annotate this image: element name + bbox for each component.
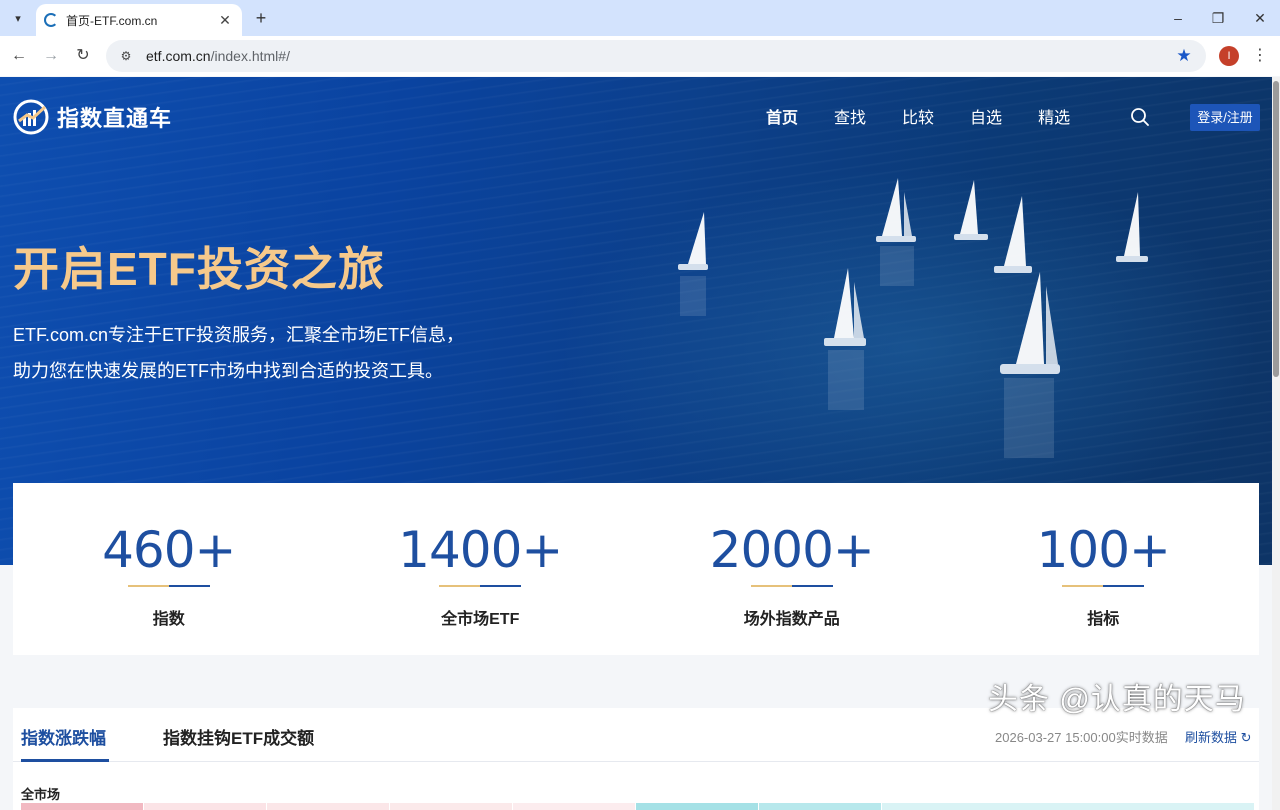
market-segment[interactable] [21,803,143,810]
url-text: etf.com.cn/index.html#/ [146,48,290,64]
close-icon[interactable]: ✕ [216,12,234,29]
market-label: 全市场 [21,787,61,802]
tab-etf-turnover[interactable]: 指数挂钩ETF成交额 [163,724,314,749]
stats-card: 460+ 指数 1400+ 全市场ETF 2000+ 场外指数产品 100+ 指… [13,483,1259,655]
main-nav: 首页 查找 比较 自选 精选 [766,107,1106,131]
hero-description: ETF.com.cn专注于ETF投资服务，汇聚全市场ETF信息， 助力您在快速发… [13,317,483,389]
plus-icon[interactable]: + [250,7,272,29]
stat-indicators: 100+ 指标 [948,483,1260,655]
star-icon[interactable]: ★ [1174,45,1194,67]
page-viewport: 指数直通车 首页 查找 比较 自选 精选 登录/注册 开启ETF投资之旅 ETF… [0,77,1280,810]
nav-item-featured[interactable]: 精选 [1038,107,1070,131]
url-host: etf.com.cn [146,48,211,64]
more-vert-icon[interactable]: ⋮ [1252,45,1268,67]
scrollbar-thumb[interactable] [1273,81,1279,377]
market-heatmap-bar [21,803,1255,810]
nav-item-watchlist[interactable]: 自选 [970,107,1002,131]
restore-icon[interactable]: ❐ [1208,8,1228,28]
stat-underline [127,585,210,587]
stat-index: 460+ 指数 [13,483,325,655]
watermark-text: 头条 @认真的天马 [988,683,1246,716]
reload-icon[interactable]: ↻ [72,45,94,67]
stat-label: 指标 [1087,611,1120,628]
market-segment[interactable] [759,803,881,810]
minimize-icon[interactable]: – [1168,8,1188,28]
url-input[interactable]: ⚙ etf.com.cn/index.html#/ [106,40,1206,72]
browser-tab[interactable]: 首页-ETF.com.cn ✕ [36,4,242,36]
search-icon[interactable] [1130,107,1150,127]
stat-underline [1062,585,1145,587]
site-logo[interactable]: 指数直通车 [13,99,172,135]
market-segment[interactable] [390,803,512,810]
index-panel: 指数涨跌幅 指数挂钩ETF成交额 2026-03-27 15:00:00实时数据… [13,708,1259,810]
url-path: /index.html#/ [210,48,290,64]
market-segment[interactable] [513,803,635,810]
sailboats-image [678,178,1148,458]
stat-otc-products: 2000+ 场外指数产品 [636,483,948,655]
market-segment[interactable] [144,803,266,810]
login-register-button[interactable]: 登录/注册 [1190,104,1260,131]
tab-search-icon[interactable]: ▾ [6,6,30,30]
profile-avatar[interactable]: I [1219,46,1239,66]
logo-icon [13,99,49,135]
nav-item-search[interactable]: 查找 [834,107,866,131]
nav-item-compare[interactable]: 比较 [902,107,934,131]
refresh-data-button[interactable]: 刷新数据 ↻ [1185,727,1252,746]
back-icon[interactable]: ← [8,45,30,67]
scrollbar[interactable] [1272,77,1280,810]
address-bar: ← → ↻ ⚙ etf.com.cn/index.html#/ ★ I ⋮ [0,36,1280,76]
nav-item-home[interactable]: 首页 [766,107,798,131]
stat-etf: 1400+ 全市场ETF [325,483,637,655]
stat-underline [750,585,833,587]
tab-indicator [21,759,109,762]
browser-tab-bar: ▾ 首页-ETF.com.cn ✕ + – ❐ ✕ [0,0,1280,36]
hero-desc-line-2: 助力您在快速发展的ETF市场中找到合适的投资工具。 [13,361,443,381]
logo-text: 指数直通车 [57,106,173,131]
stat-value: 2000+ [709,521,875,579]
close-window-icon[interactable]: ✕ [1250,8,1270,28]
forward-icon[interactable]: → [40,45,62,67]
stat-label: 场外指数产品 [743,611,840,628]
market-segment[interactable] [882,803,1254,810]
market-segment[interactable] [636,803,758,810]
stat-value: 460+ [102,521,236,579]
hero-title: 开启ETF投资之旅 [13,243,385,295]
refresh-icon: ↻ [1240,730,1252,745]
tab-title: 首页-ETF.com.cn [66,13,158,28]
stat-underline [439,585,522,587]
hero-desc-line-1: ETF.com.cn专注于ETF投资服务，汇聚全市场ETF信息， [13,325,465,345]
stat-label: 指数 [152,611,185,628]
refresh-label: 刷新数据 [1185,730,1238,745]
favicon-icon [44,13,58,27]
tab-index-change[interactable]: 指数涨跌幅 [21,724,106,749]
stat-value: 100+ [1036,521,1171,579]
stat-label: 全市场ETF [441,611,520,628]
site-info-icon[interactable]: ⚙ [118,48,134,64]
data-timestamp: 2026-03-27 15:00:00实时数据 [995,730,1168,745]
market-segment[interactable] [267,803,389,810]
stat-value: 1400+ [398,521,563,579]
